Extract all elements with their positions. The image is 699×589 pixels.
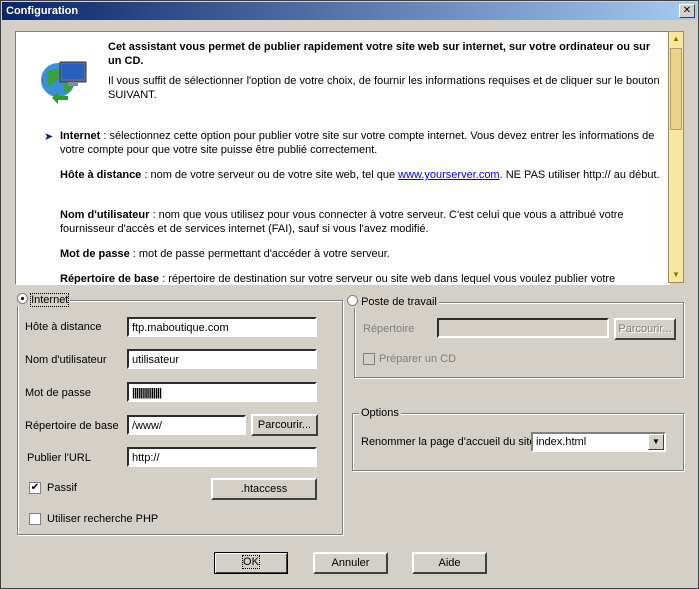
help-button[interactable]: Aide (412, 552, 487, 574)
workstation-dir-label: Répertoire (363, 323, 415, 335)
info-panel: Cet assistant vous permet de publier rap… (15, 31, 670, 285)
scroll-down-icon[interactable]: ▼ (669, 268, 683, 282)
options-legend: Options (359, 407, 401, 419)
ok-button[interactable]: OK (214, 552, 288, 574)
password-term: Mot de passe (60, 248, 130, 260)
workstation-dir-input[interactable] (437, 318, 609, 338)
workstation-browse-button[interactable]: Parcourir... (614, 318, 676, 340)
host-help-text-b: . NE PAS utiliser http:// au début. (499, 169, 660, 181)
url-label: Publier l'URL (27, 452, 91, 464)
htaccess-button[interactable]: .htaccess (211, 478, 317, 500)
internet-help: Internet : sélectionnez cette option pou… (60, 129, 665, 157)
scroll-thumb[interactable] (670, 48, 682, 130)
ok-button-label: OK (242, 555, 260, 569)
php-search-checkbox[interactable] (29, 513, 41, 525)
globe-computer-icon (41, 61, 87, 104)
internet-help-text: : sélectionnez cette option pour publier… (60, 130, 655, 156)
basedir-term: Répertoire de base (60, 273, 160, 285)
workstation-legend: Poste de travail (345, 295, 439, 308)
password-input[interactable]: |||||||||||||| (127, 382, 317, 402)
scroll-up-icon[interactable]: ▲ (669, 32, 683, 46)
username-label: Nom d'utilisateur (25, 354, 107, 366)
basedir-label: Répertoire de base (25, 420, 119, 432)
basedir-help: Répertoire de base : répertoire de desti… (60, 272, 665, 285)
pointer-arrow-icon: ➤ (44, 131, 54, 143)
workstation-radio[interactable] (347, 295, 358, 306)
password-help-text: : mot de passe permettant d'accéder à vo… (129, 248, 390, 260)
intro-text: Il vous suffit de sélectionner l'option … (108, 75, 660, 101)
homepage-select[interactable]: index.html ▼ (531, 432, 666, 452)
password-label: Mot de passe (25, 387, 92, 399)
title-bar[interactable]: Configuration ✕ (2, 2, 697, 20)
username-input[interactable]: utilisateur (127, 349, 317, 369)
php-search-label: Utiliser recherche PHP (47, 513, 159, 525)
internet-radio-label[interactable]: Internet (30, 293, 70, 307)
homepage-select-value: index.html (536, 436, 587, 448)
user-help: Nom d'utilisateur : nom que vous utilise… (60, 208, 665, 236)
configuration-window: Configuration ✕ Cet assistant vous perme… (0, 0, 699, 589)
browse-basedir-button[interactable]: Parcourir... (251, 414, 318, 436)
user-term: Nom d'utilisateur (60, 209, 150, 221)
passive-label: Passif (47, 482, 77, 494)
internet-term: Internet (60, 130, 101, 142)
passive-checkbox[interactable]: ✔ (29, 482, 41, 494)
basedir-input[interactable]: /www/ (127, 415, 246, 435)
url-input[interactable]: http:// (127, 447, 317, 467)
basedir-help-text: : répertoire de destination sur votre se… (159, 273, 616, 285)
host-help: Hôte à distance : nom de votre serveur o… (60, 168, 665, 182)
info-scrollbar[interactable]: ▲ ▼ (668, 31, 684, 283)
chevron-down-icon[interactable]: ▼ (648, 434, 664, 450)
host-label: Hôte à distance (25, 321, 102, 333)
password-help: Mot de passe : mot de passe permettant d… (60, 247, 665, 261)
prepare-cd-checkbox[interactable] (363, 353, 375, 365)
close-button[interactable]: ✕ (679, 4, 695, 18)
host-input[interactable]: ftp.maboutique.com (127, 317, 317, 337)
prepare-cd-label: Préparer un CD (379, 353, 457, 365)
internet-legend: Internet (15, 293, 71, 307)
internet-radio[interactable] (17, 293, 28, 304)
window-title: Configuration (6, 5, 79, 17)
workstation-radio-label[interactable]: Poste de travail (361, 296, 437, 308)
rename-home-label: Renommer la page d'accueil du site (361, 436, 536, 448)
intro-title: Cet assistant vous permet de publier rap… (108, 41, 651, 67)
server-link[interactable]: www.yourserver.com (398, 169, 499, 181)
host-help-text-a: : nom de votre serveur ou de votre site … (141, 169, 399, 181)
workstation-group (354, 302, 684, 378)
host-term: Hôte à distance (60, 169, 142, 181)
cancel-button[interactable]: Annuler (313, 552, 388, 574)
